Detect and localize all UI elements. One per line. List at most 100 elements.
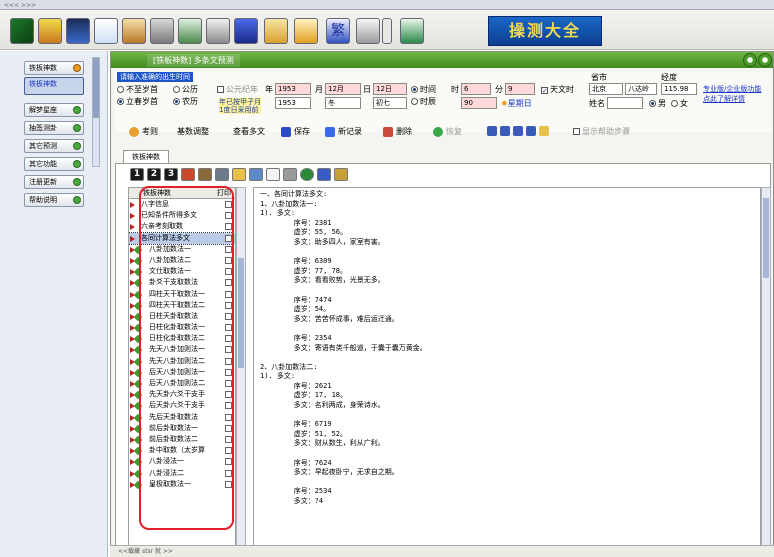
print-checkbox[interactable] [225, 469, 232, 477]
print-checkbox[interactable] [225, 234, 232, 242]
fine-tune-button[interactable]: 基数调整 [177, 126, 209, 137]
month-select[interactable]: 12月 [325, 83, 361, 95]
tree-row[interactable]: 六亲考刻取数 [129, 221, 235, 232]
tree-row[interactable]: 八卦加数法一 [129, 244, 235, 255]
grid-icon[interactable] [215, 168, 229, 181]
radio-uncertain[interactable]: 不至岁首 [117, 84, 158, 95]
print-checkbox[interactable] [225, 212, 232, 220]
print-checkbox[interactable] [225, 458, 232, 466]
dropdown-arrow-icon[interactable] [382, 18, 392, 44]
folder-icon[interactable] [264, 18, 288, 44]
tree-row[interactable]: 先天卦六爻干支手 [129, 389, 235, 400]
calendar-checkbox[interactable]: 公元纪年 [217, 84, 258, 95]
tree-col-name[interactable]: 铁板神数 [129, 188, 171, 198]
tree-row[interactable]: 卦中取数（太岁算 [129, 445, 235, 456]
text-scrollbar[interactable] [761, 187, 771, 557]
radio-lunar[interactable]: 农历 [173, 96, 198, 107]
tree-row[interactable]: 前后卦取数法一 [129, 423, 235, 434]
province-select[interactable]: 北京 [589, 83, 623, 95]
bag-icon[interactable] [198, 168, 212, 181]
tree-row[interactable]: 先天八卦加则法一 [129, 344, 235, 355]
print-checkbox[interactable] [225, 413, 232, 421]
restore-button[interactable]: 恢复 [433, 126, 462, 137]
nav-other-functions[interactable]: 其它功能 [24, 157, 84, 171]
print-checkbox[interactable] [225, 346, 232, 354]
print-checkbox[interactable] [225, 435, 232, 443]
radio-gregorian[interactable]: 公历 [173, 84, 198, 95]
printer-icon[interactable] [283, 168, 297, 181]
radio-male[interactable]: 男 [649, 98, 666, 109]
printer-icon[interactable] [206, 18, 230, 44]
dragon-icon[interactable] [356, 18, 380, 44]
monitor-icon[interactable] [178, 18, 202, 44]
scroll-thumb[interactable] [93, 58, 99, 118]
print-checkbox[interactable] [225, 290, 232, 298]
print-checkbox[interactable] [225, 447, 232, 455]
tree-row[interactable]: 日柱化卦取数法一 [129, 322, 235, 333]
city-select[interactable]: 八达岭 [625, 83, 657, 95]
period-select[interactable]: 90 [461, 97, 497, 109]
print-checkbox[interactable] [225, 380, 232, 387]
scroll-thumb[interactable] [763, 198, 769, 278]
calc-button[interactable]: 考则 [129, 126, 158, 137]
delete-button[interactable]: 删除 [383, 126, 412, 137]
exit-door-icon[interactable] [400, 18, 424, 44]
chat-icon[interactable] [94, 18, 118, 44]
print-checkbox[interactable] [225, 368, 232, 376]
tree-row[interactable]: 先后天卦取数法 [129, 412, 235, 423]
view-multi-button[interactable]: 查看多文 [233, 126, 265, 137]
tree-row[interactable]: 已知条件所得多文 [129, 210, 235, 221]
print-checkbox[interactable] [225, 480, 232, 488]
hour-select[interactable]: 6 [461, 83, 491, 95]
tools-icon[interactable] [150, 18, 174, 44]
nav-tieban-shenshu-active[interactable]: 铁板神数 [24, 77, 84, 95]
print-checkbox[interactable] [225, 402, 232, 410]
globe-icon[interactable] [66, 18, 90, 44]
nav-other-predict[interactable]: 其它预测 [24, 139, 84, 153]
tree-row[interactable]: 日柱天卦取数法 [129, 311, 235, 322]
tree-row[interactable]: 前后卦取数法二 [129, 434, 235, 445]
tree-row[interactable]: 八卦浸法二 [129, 468, 235, 479]
show-aux-checkbox[interactable]: 显示帮助步骤 [573, 126, 630, 137]
print-checkbox[interactable] [225, 312, 232, 320]
book-icon[interactable] [122, 18, 146, 44]
tree-row[interactable]: 四柱天干取数法一 [129, 289, 235, 300]
result-text[interactable]: 一、各同计算法多文: 1、八卦加数法一: 1). 多文: 序号：2381 虚岁：… [253, 187, 761, 557]
tree-row[interactable]: 卦爻干支取数法 [129, 277, 235, 288]
tree-row[interactable]: 先天八卦加则法二 [129, 356, 235, 367]
name-field[interactable] [607, 97, 643, 109]
tree-row[interactable]: 后天卦六爻干支手 [129, 400, 235, 411]
print-checkbox[interactable] [225, 268, 232, 276]
print-checkbox[interactable] [225, 201, 232, 208]
note-icon[interactable] [294, 18, 318, 44]
tree-row[interactable]: 日柱化卦取数法二 [129, 333, 235, 344]
view-toggle-buttons[interactable] [487, 126, 552, 136]
print-checkbox[interactable] [225, 335, 232, 343]
print-checkbox[interactable] [225, 391, 232, 399]
radio-spring[interactable]: 立春岁首 [117, 96, 158, 107]
close-icon[interactable] [758, 53, 772, 67]
document-icon[interactable] [266, 168, 280, 181]
print-checkbox[interactable] [225, 256, 232, 264]
tree-row[interactable]: 八卦浸法一 [129, 456, 235, 467]
print-checkbox[interactable] [225, 245, 232, 253]
tree-col-print[interactable]: 打印 [217, 188, 235, 198]
print-checkbox[interactable] [225, 324, 232, 332]
scroll-thumb[interactable] [238, 258, 244, 368]
save-button[interactable]: 保存 [281, 126, 310, 137]
tab-tieban[interactable]: 铁板神数 [123, 150, 169, 164]
print-checkbox[interactable] [225, 279, 232, 287]
people-icon[interactable] [181, 168, 195, 181]
year-select[interactable]: 1953 [275, 83, 311, 95]
list-view-icon[interactable] [500, 126, 510, 136]
tree-row[interactable]: 后天八卦加则法二 [129, 378, 235, 389]
number-1-icon[interactable]: 1 [130, 168, 144, 181]
radio-female[interactable]: 女 [671, 98, 688, 109]
detail-view-icon[interactable] [513, 126, 523, 136]
open-folder-icon[interactable] [539, 126, 549, 136]
nav-tieban-shenshu[interactable]: 铁板神数 [24, 61, 84, 75]
nav-dream-zodiac[interactable]: 解梦星座 [24, 103, 84, 117]
longitude-field[interactable]: 115.98 [661, 83, 697, 95]
export-icon[interactable] [334, 168, 348, 181]
year-lunar-select[interactable]: 1953 [275, 97, 311, 109]
